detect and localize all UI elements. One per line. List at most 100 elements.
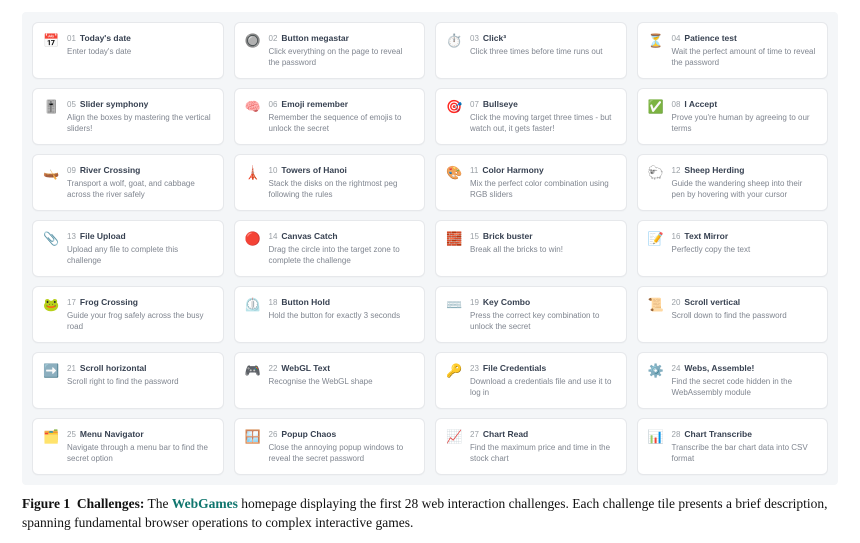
challenge-titleline: 24Webs, Assemble! (672, 362, 818, 375)
challenge-card[interactable]: 🎯07BullseyeClick the moving target three… (435, 88, 627, 145)
challenge-card[interactable]: 🔑23File CredentialsDownload a credential… (435, 352, 627, 409)
challenge-title: River Crossing (80, 164, 140, 176)
challenge-titleline: 26Popup Chaos (269, 428, 415, 441)
challenge-title: Patience test (684, 32, 736, 44)
challenge-title: File Credentials (483, 362, 546, 374)
challenge-card[interactable]: 🗂️25Menu NavigatorNavigate through a men… (32, 418, 224, 475)
challenge-card[interactable]: 🔴14Canvas CatchDrag the circle into the … (234, 220, 426, 277)
challenge-icon: ⌨️ (446, 297, 462, 313)
challenge-card[interactable]: 🐑 12Sheep HerdingGuide the wandering shee… (637, 154, 829, 211)
challenge-desc: Find the secret code hidden in the WebAs… (672, 376, 818, 398)
challenge-card[interactable]: 🐸17Frog CrossingGuide your frog safely a… (32, 286, 224, 343)
challenge-desc: Hold the button for exactly 3 seconds (269, 310, 415, 321)
challenge-card[interactable]: ⏱️03Click³Click three times before time … (435, 22, 627, 79)
challenge-card[interactable]: 📈27Chart ReadFind the maximum price and … (435, 418, 627, 475)
challenge-card[interactable]: 🧠 06Emoji rememberRemember the sequence o… (234, 88, 426, 145)
challenge-title: Button megastar (281, 32, 349, 44)
challenge-card[interactable]: ⌨️19Key ComboPress the correct key combi… (435, 286, 627, 343)
challenge-desc: Align the boxes by mastering the vertica… (67, 112, 213, 134)
challenge-desc: Navigate through a menu bar to find the … (67, 442, 213, 464)
challenge-body: 06Emoji rememberRemember the sequence of… (269, 98, 415, 134)
challenge-titleline: 22WebGL Text (269, 362, 415, 375)
challenge-title: I Accept (684, 98, 717, 110)
challenge-icon: 🧠 (245, 99, 261, 115)
challenge-titleline: 09River Crossing (67, 164, 213, 177)
challenge-body: 24Webs, Assemble!Find the secret code hi… (672, 362, 818, 398)
challenge-desc: Click three times before time runs out (470, 46, 616, 57)
challenge-number: 20 (672, 297, 681, 309)
challenge-number: 24 (672, 363, 681, 375)
challenge-icon: 🛶 (43, 165, 59, 181)
challenge-desc: Transcribe the bar chart data into CSV f… (672, 442, 818, 464)
challenge-body: 21Scroll horizontalScroll right to find … (67, 362, 213, 387)
challenge-titleline: 05Slider symphony (67, 98, 213, 111)
challenge-icon: 📎 (43, 231, 59, 247)
challenge-icon: 🎚️ (43, 99, 59, 115)
challenge-title: Text Mirror (684, 230, 728, 242)
challenge-icon: ➡️ (43, 363, 59, 379)
challenge-titleline: 20Scroll vertical (672, 296, 818, 309)
figure-caption: Figure 1 Challenges: The WebGames homepa… (22, 495, 838, 533)
challenge-titleline: 19Key Combo (470, 296, 616, 309)
challenge-number: 22 (269, 363, 278, 375)
challenge-number: 28 (672, 429, 681, 441)
challenge-card[interactable]: 🎮22WebGL TextRecognise the WebGL shape (234, 352, 426, 409)
challenge-desc: Guide the wandering sheep into their pen… (672, 178, 818, 200)
challenge-card[interactable]: ⏳04Patience testWait the perfect amount … (637, 22, 829, 79)
challenge-desc: Upload any file to complete this challen… (67, 244, 213, 266)
challenge-title: Bullseye (483, 98, 518, 110)
challenge-body: 13File UploadUpload any file to complete… (67, 230, 213, 266)
challenge-number: 18 (269, 297, 278, 309)
challenge-title: File Upload (80, 230, 126, 242)
challenge-number: 21 (67, 363, 76, 375)
challenge-card[interactable]: 📊28Chart TranscribeTranscribe the bar ch… (637, 418, 829, 475)
challenge-body: 08I AcceptProve you're human by agreeing… (672, 98, 818, 134)
challenge-card[interactable]: 📜20Scroll verticalScroll down to find th… (637, 286, 829, 343)
challenge-card[interactable]: ⚙️24Webs, Assemble!Find the secret code … (637, 352, 829, 409)
challenge-number: 01 (67, 33, 76, 45)
challenge-number: 23 (470, 363, 479, 375)
challenge-titleline: 16Text Mirror (672, 230, 818, 243)
challenge-card[interactable]: ✅ 08I AcceptProve you're human by agreein… (637, 88, 829, 145)
challenge-number: 12 (672, 165, 681, 177)
challenge-body: 14Canvas CatchDrag the circle into the t… (269, 230, 415, 266)
figure-label: Figure 1 (22, 496, 70, 511)
challenge-desc: Recognise the WebGL shape (269, 376, 415, 387)
challenge-body: 18Button HoldHold the button for exactly… (269, 296, 415, 321)
challenge-card[interactable]: 🛶09River CrossingTransport a wolf, goat,… (32, 154, 224, 211)
challenge-number: 16 (672, 231, 681, 243)
challenge-titleline: 01Today's date (67, 32, 213, 45)
challenge-body: 10Towers of HanoiStack the disks on the … (269, 164, 415, 200)
challenge-card[interactable]: 🎨11Color HarmonyMix the perfect color co… (435, 154, 627, 211)
challenge-card[interactable]: ➡️ 21Scroll horizontalScroll right to fin… (32, 352, 224, 409)
caption-brand: WebGames (172, 496, 238, 511)
challenge-card[interactable]: 🪟26Popup ChaosClose the annoying popup w… (234, 418, 426, 475)
challenge-body: 27Chart ReadFind the maximum price and t… (470, 428, 616, 464)
challenge-card[interactable]: 🎚️ 05Slider symphonyAlign the boxes by ma… (32, 88, 224, 145)
challenge-icon: ✅ (648, 99, 664, 115)
challenge-title: Webs, Assemble! (684, 362, 754, 374)
challenge-body: 12Sheep HerdingGuide the wandering sheep… (672, 164, 818, 200)
challenge-desc: Click everything on the page to reveal t… (269, 46, 415, 68)
challenge-card[interactable]: ⏲️18Button HoldHold the button for exact… (234, 286, 426, 343)
challenge-number: 14 (269, 231, 278, 243)
challenge-number: 27 (470, 429, 479, 441)
challenge-title: Color Harmony (482, 164, 543, 176)
challenge-icon: 📅 (43, 33, 59, 49)
challenge-card[interactable]: 📝16Text MirrorPerfectly copy the text (637, 220, 829, 277)
challenge-card[interactable]: 🔘02Button megastarClick everything on th… (234, 22, 426, 79)
challenge-desc: Prove you're human by agreeing to our te… (672, 112, 818, 134)
challenge-card[interactable]: 📅01Today's dateEnter today's date (32, 22, 224, 79)
challenge-card[interactable]: 🗼10Towers of HanoiStack the disks on the… (234, 154, 426, 211)
challenge-number: 19 (470, 297, 479, 309)
challenge-icon: 🐑 (648, 165, 664, 181)
challenge-body: 20Scroll verticalScroll down to find the… (672, 296, 818, 321)
challenge-body: 28Chart TranscribeTranscribe the bar cha… (672, 428, 818, 464)
challenge-titleline: 11Color Harmony (470, 164, 616, 177)
challenge-number: 17 (67, 297, 76, 309)
challenge-title: Chart Read (483, 428, 528, 440)
challenge-card[interactable]: 🧱15Brick busterBreak all the bricks to w… (435, 220, 627, 277)
challenge-titleline: 08I Accept (672, 98, 818, 111)
challenge-card[interactable]: 📎 13File UploadUpload any file to complet… (32, 220, 224, 277)
challenge-body: 02Button megastarClick everything on the… (269, 32, 415, 68)
